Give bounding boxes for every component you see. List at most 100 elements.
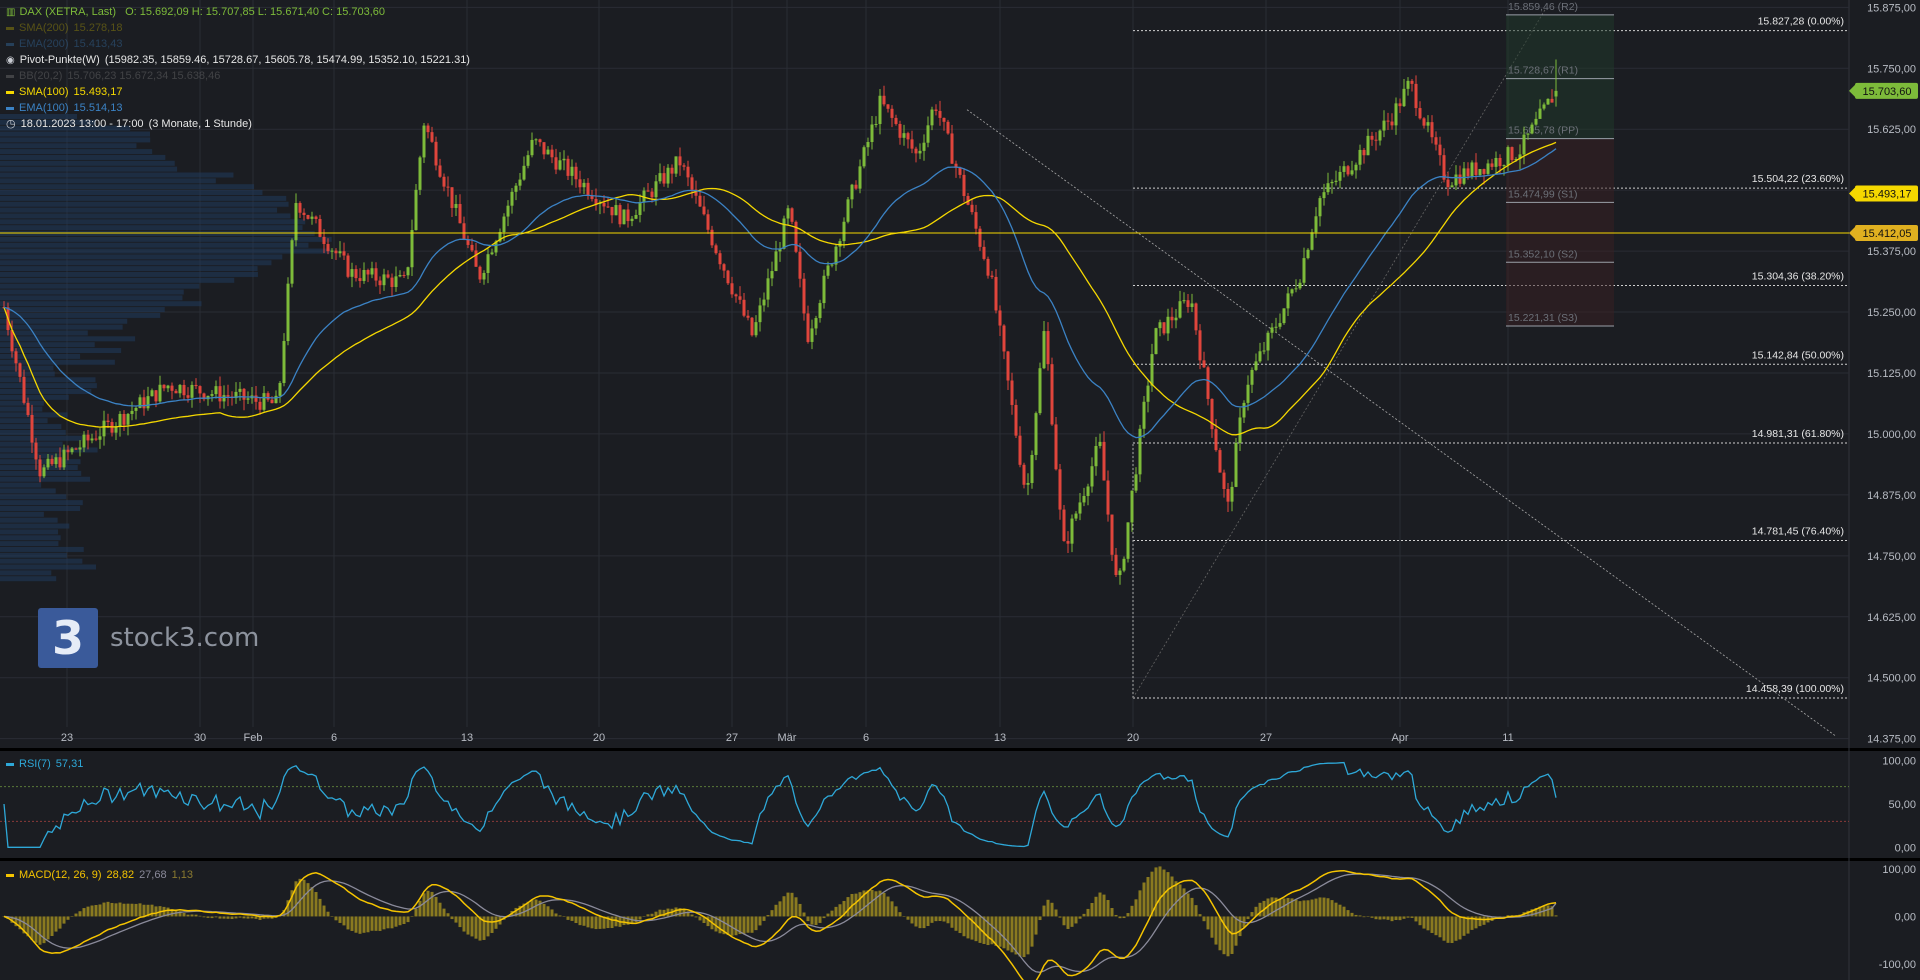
candle-body [1082,495,1086,503]
candle-body [1262,350,1266,352]
macd-histogram-bar [154,906,158,917]
rsi-tick-label: 50,00 [1888,799,1916,811]
fib-level-label: 15.142,84 (50.00%) [1752,349,1844,361]
candle-body [1182,300,1186,302]
time-tick-label: Apr [1391,732,1408,744]
macd-histogram-bar [934,916,938,922]
candle-body [1122,558,1126,571]
candle-body [1530,124,1534,134]
candle-body [254,395,258,402]
candle-body [738,296,742,300]
legend-item[interactable]: ◷ 18.01.2023 13:00 - 17:00 (3 Monate, 1 St… [6,116,252,132]
candle-body [1410,80,1414,84]
chart-canvas[interactable]: 15.827,28 (0.00%) 15.504,22 (23.60%) 15.30… [0,0,1920,980]
candle-body [1350,170,1354,175]
macd-histogram-bar [1302,900,1306,917]
macd-histogram-bar [250,916,254,919]
macd-legend[interactable]: MACD(12, 26, 9) 28,82 27,68 1,13 [6,867,193,883]
legend-item[interactable]: EMA(200) 15.413,43 [6,36,122,52]
candle-body [90,438,94,441]
candle-body [1110,514,1114,555]
candle-body [962,174,966,197]
macd-histogram-bar [762,916,766,921]
macd-histogram-bar [194,914,198,917]
candle-body [1378,130,1382,141]
candle-body [506,205,510,217]
candle-body [1494,157,1498,167]
macd-histogram-bar [1058,916,1062,918]
macd-histogram-bar [1450,916,1454,943]
macd-histogram-bar [314,892,318,917]
macd-histogram-bar [1422,916,1426,929]
candle-body [886,104,890,109]
candle-body [566,158,570,176]
candle-body [310,216,314,219]
candle-body [1190,303,1194,307]
volume-profile-bar [0,535,61,541]
volume-profile-bar [0,301,202,307]
candle-body [1142,401,1146,429]
candle-body [490,252,494,255]
candle-body [1398,103,1402,107]
macd-histogram-bar [1366,916,1370,917]
macd-histogram-bar [798,903,802,917]
candle-body [1070,518,1074,544]
macd-histogram-bar [398,916,402,926]
candle-body [810,328,814,342]
fib-level-label: 14.458,39 (100.00%) [1746,683,1844,695]
logo-text: stock3.com [110,623,260,653]
candle-body [986,258,990,276]
legend-item[interactable]: ◉ Pivot-Punkte(W) (15982.35, 15859.46, 157… [6,52,470,69]
volume-profile-bar [0,277,235,283]
volume-profile-bar [0,570,52,576]
macd-histogram-bar [358,916,362,934]
macd-histogram-bar [374,916,378,931]
candle-body [750,317,754,336]
candle-body [1238,417,1242,443]
rsi-legend[interactable]: RSI(7) 57,31 [6,756,83,772]
time-axis[interactable]: 23 30 Feb 6 13 20 27 Mär 6 13 20 27 Apr 11 [61,732,1514,744]
candle-body [50,458,54,465]
legend-label: SMA(100) [19,86,69,98]
candle-body [898,123,902,138]
candle-body [1014,404,1018,436]
candle-body [1078,502,1082,514]
candle-body [1146,385,1150,402]
volume-profile-bar [0,377,96,383]
legend-item[interactable]: EMA(100) 15.514,13 [6,100,122,116]
macd-histogram-bar [818,916,822,923]
pivot-label: 15.474,99 (S1) [1508,188,1577,200]
candle-body [366,269,370,275]
candle-body [406,267,410,276]
time-tick-label: 13 [994,732,1006,744]
candle-body [374,268,378,281]
macd-histogram-bar [894,906,898,917]
legend-swatch [6,106,14,110]
candle-body [1414,83,1418,109]
panel-separator [0,858,1920,861]
legend-item[interactable]: SMA(200) 15.278,18 [6,20,122,36]
volume-profile-bar [0,371,55,377]
candle-body [194,384,198,387]
candle-body [242,388,246,400]
legend-item[interactable]: BB(20,2) 15.706,23 15.672,34 15.638,46 [6,68,220,84]
macd-histogram-bar [1126,913,1130,917]
macd-histogram-bar [202,916,206,918]
macd-histogram-bar [1326,898,1330,917]
macd-histogram-bar [1170,876,1174,917]
candle-body [106,420,110,423]
macd-histogram-bar [1358,915,1362,917]
price-axis[interactable]: 15.875,0015.750,0015.625,0015.500,0015.3… [1867,2,1916,745]
volume-profile-bar [0,482,42,488]
legend-item[interactable]: SMA(100) 15.493,17 [6,84,122,100]
candle-body [922,142,926,151]
macd-panel[interactable]: 100,00 0,00 -100,00 [2,864,1917,980]
macd-histogram-bar [1034,916,1038,935]
rsi-panel[interactable]: 100,00 50,00 0,00 [0,756,1916,855]
instrument-header[interactable]: ▥ DAX (XETRA, Last) O: 15.692,09 H: 15.70… [6,4,385,21]
macd-histogram-bar [754,916,758,931]
candle-body [550,149,554,158]
candle-body [1322,192,1326,199]
candle-body [558,160,562,170]
macd-histogram-bar [1130,905,1134,917]
